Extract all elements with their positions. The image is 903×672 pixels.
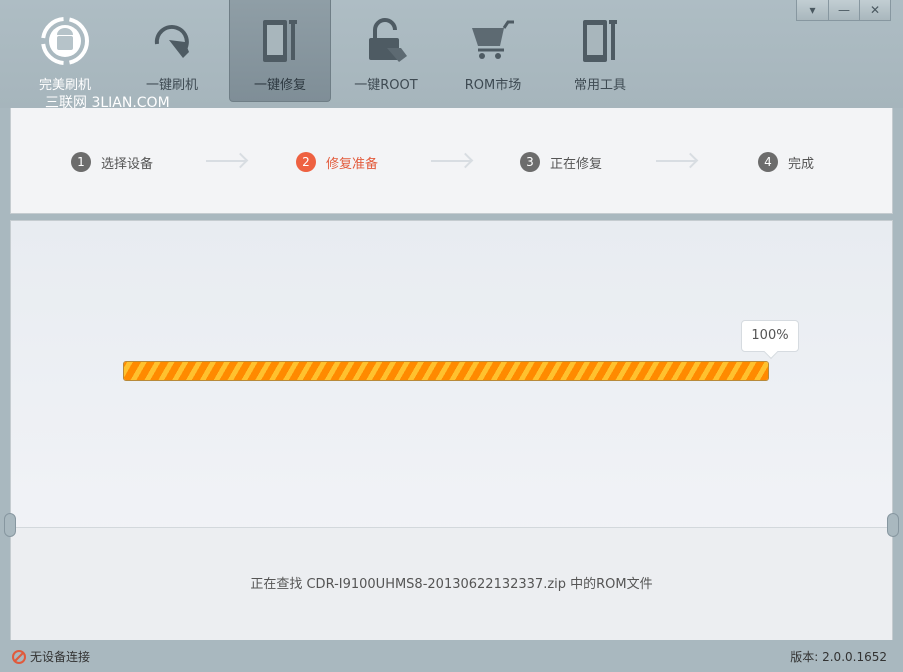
- left-handle: [4, 513, 16, 537]
- progress-bar: [123, 361, 769, 381]
- progress-fill: [124, 362, 768, 380]
- right-handle: [887, 513, 899, 537]
- menu-button[interactable]: ▾: [797, 0, 828, 20]
- step-number: 4: [758, 152, 778, 172]
- nav-common-tools[interactable]: 常用工具: [549, 0, 651, 102]
- version-label: 版本: 2.0.0.1652: [790, 650, 887, 664]
- arrow-icon: [431, 160, 471, 162]
- phone-wrench-icon: [263, 20, 297, 62]
- arrow-icon: [656, 160, 696, 162]
- refresh-hand-icon: [154, 24, 189, 58]
- progress-tooltip: 100%: [741, 320, 799, 352]
- step-done: 4 完成: [758, 152, 814, 172]
- step-select-device: 1 选择设备: [71, 152, 153, 172]
- android-flash-icon: [41, 17, 89, 65]
- nav-label: 一键ROOT: [354, 78, 418, 93]
- step-number: 1: [71, 152, 91, 172]
- lock-hand-icon: [369, 18, 407, 62]
- step-repairing: 3 正在修复: [520, 152, 602, 172]
- nav-one-click-repair[interactable]: 一键修复: [229, 0, 331, 102]
- message-area: 正在查找 CDR-I9100UHMS8-20130622132337.zip 中…: [11, 527, 892, 640]
- nav-one-click-root[interactable]: 一键ROOT: [335, 0, 437, 102]
- step-number: 3: [520, 152, 540, 172]
- status-bar: 无设备连接 版本: 2.0.0.1652: [0, 640, 903, 672]
- toolbar: 完美刷机 一键刷机 一键修复 一键ROOT ROM市场 常用工具 三联网 3LI…: [0, 0, 903, 111]
- nav-perfect-flash[interactable]: 完美刷机: [14, 0, 116, 102]
- arrow-icon: [206, 160, 246, 162]
- device-status: 无设备连接: [30, 650, 91, 664]
- step-label: 完成: [788, 156, 815, 172]
- nav-one-click-flash[interactable]: 一键刷机: [121, 0, 223, 102]
- nav-label: 常用工具: [573, 78, 626, 93]
- main-panel: 100% 正在查找 CDR-I9100UHMS8-20130622132337.…: [10, 220, 893, 640]
- minimize-button[interactable]: —: [828, 0, 859, 20]
- step-label: 正在修复: [550, 156, 603, 172]
- no-device-icon: [12, 649, 26, 664]
- step-label: 修复准备: [326, 156, 379, 172]
- close-button[interactable]: ✕: [859, 0, 890, 20]
- status-message: 正在查找 CDR-I9100UHMS8-20130622132337.zip 中…: [250, 577, 653, 592]
- nav-label: 一键刷机: [145, 78, 198, 93]
- cart-icon: [472, 20, 514, 59]
- nav-label: 一键修复: [253, 78, 306, 93]
- tools-icon: [583, 20, 617, 62]
- nav-rom-market[interactable]: ROM市场: [442, 0, 544, 102]
- nav-label: ROM市场: [464, 78, 522, 93]
- step-number: 2: [296, 152, 316, 172]
- step-repair-prep: 2 修复准备: [296, 152, 378, 172]
- nav-label: 完美刷机: [38, 78, 91, 93]
- step-label: 选择设备: [101, 156, 154, 172]
- steps-panel: 1 选择设备 2 修复准备 3 正在修复 4 完成: [10, 108, 893, 214]
- window-controls: ▾ — ✕: [796, 0, 891, 21]
